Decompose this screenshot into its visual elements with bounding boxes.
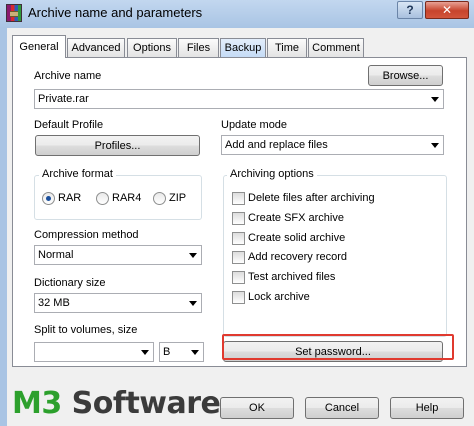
radio-zip-label[interactable]: ZIP — [169, 192, 186, 204]
tab-general[interactable]: General — [12, 35, 66, 58]
archive-name-value: Private.rar — [38, 93, 89, 105]
archive-name-combo[interactable]: Private.rar — [34, 89, 444, 109]
archive-format-label: Archive format — [39, 168, 116, 180]
default-profile-label: Default Profile — [34, 119, 104, 131]
checkbox-lock-archive-label[interactable]: Lock archive — [248, 291, 310, 303]
chevron-down-icon[interactable] — [431, 143, 439, 148]
tab-comment[interactable]: Comment — [308, 38, 364, 57]
split-volumes-combo[interactable] — [34, 342, 154, 362]
checkbox-create-sfx[interactable] — [232, 212, 245, 225]
winrar-dialog-window: Archive name and parameters ? ✕ General … — [0, 0, 474, 426]
checkbox-recovery-record[interactable] — [232, 251, 245, 264]
split-unit-value: B — [163, 346, 171, 358]
checkbox-delete-files-label[interactable]: Delete files after archiving — [248, 192, 375, 204]
checkbox-create-solid-label[interactable]: Create solid archive — [248, 232, 345, 244]
chevron-down-icon[interactable] — [189, 253, 197, 258]
chevron-down-icon[interactable] — [191, 350, 199, 355]
profiles-button[interactable]: Profiles... — [35, 135, 200, 156]
tab-time[interactable]: Time — [267, 38, 307, 57]
radio-rar[interactable] — [42, 192, 55, 205]
help-icon[interactable]: ? — [397, 1, 423, 19]
title-bar[interactable]: Archive name and parameters ? ✕ — [0, 0, 474, 28]
checkbox-lock-archive[interactable] — [232, 291, 245, 304]
checkbox-test-archived-label[interactable]: Test archived files — [248, 271, 335, 283]
general-tab-panel: Archive name Browse... Private.rar Defau… — [12, 57, 467, 367]
radio-zip[interactable] — [153, 192, 166, 205]
radio-rar4[interactable] — [96, 192, 109, 205]
dialog-body: General Advanced Options Files Backup Ti… — [7, 28, 474, 426]
chevron-down-icon[interactable] — [141, 350, 149, 355]
window-title: Archive name and parameters — [28, 5, 203, 20]
chevron-down-icon[interactable] — [431, 97, 439, 102]
dictionary-size-label: Dictionary size — [34, 277, 106, 289]
checkbox-test-archived[interactable] — [232, 271, 245, 284]
m3-software-watermark-logo: M3 Software — [12, 386, 221, 422]
checkbox-delete-files[interactable] — [232, 192, 245, 205]
chevron-down-icon[interactable] — [189, 301, 197, 306]
radio-rar-label[interactable]: RAR — [58, 192, 81, 204]
compression-method-select[interactable]: Normal — [34, 245, 202, 265]
split-volumes-label: Split to volumes, size — [34, 324, 138, 336]
cancel-button[interactable]: Cancel — [305, 397, 379, 419]
close-icon[interactable]: ✕ — [425, 1, 469, 19]
tab-advanced[interactable]: Advanced — [67, 38, 125, 57]
checkbox-create-solid[interactable] — [232, 232, 245, 245]
dictionary-size-value: 32 MB — [38, 297, 70, 309]
checkbox-recovery-record-label[interactable]: Add recovery record — [248, 251, 347, 263]
tab-files[interactable]: Files — [178, 38, 219, 57]
tab-options[interactable]: Options — [127, 38, 177, 57]
compression-method-label: Compression method — [34, 229, 139, 241]
split-unit-select[interactable]: B — [159, 342, 204, 362]
compression-method-value: Normal — [38, 249, 74, 261]
logo-part-m3: M3 — [12, 386, 72, 421]
browse-button[interactable]: Browse... — [368, 65, 443, 86]
checkbox-create-sfx-label[interactable]: Create SFX archive — [248, 212, 344, 224]
logo-part-software: Software — [71, 386, 221, 421]
update-mode-select[interactable]: Add and replace files — [221, 135, 444, 155]
dictionary-size-select[interactable]: 32 MB — [34, 293, 202, 313]
set-password-highlight — [222, 334, 454, 360]
help-button[interactable]: Help — [390, 397, 464, 419]
archiving-options-label: Archiving options — [227, 168, 317, 180]
radio-rar4-label[interactable]: RAR4 — [112, 192, 141, 204]
winrar-app-icon — [6, 4, 22, 22]
ok-button[interactable]: OK — [220, 397, 294, 419]
update-mode-value: Add and replace files — [225, 139, 328, 151]
update-mode-label: Update mode — [221, 119, 288, 131]
tab-backup[interactable]: Backup — [220, 38, 266, 57]
archive-name-label: Archive name — [34, 70, 102, 82]
